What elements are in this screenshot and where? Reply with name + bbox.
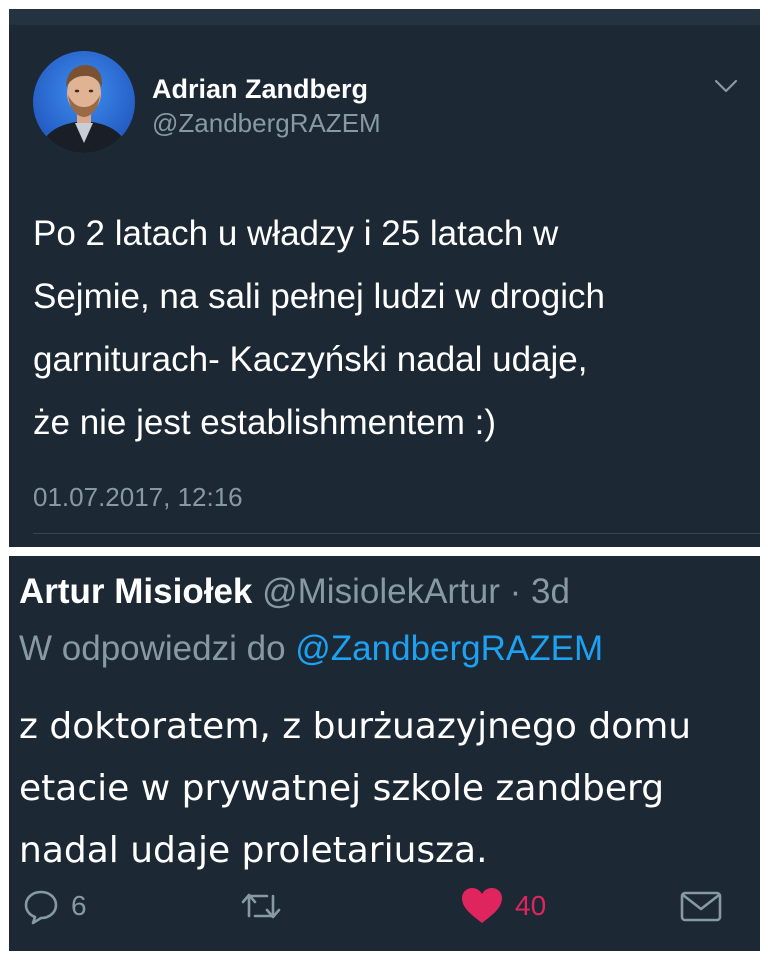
like-button[interactable]: 40 [459, 884, 546, 928]
reply-text-line: nadal udaje proletariusza. [19, 830, 488, 871]
like-count: 40 [515, 890, 547, 921]
avatar-image [33, 51, 135, 153]
mail-icon [680, 891, 722, 922]
in-reply-to-prefix: W odpowiedzi do [19, 629, 296, 668]
reply-text-line: etacie w prywatnej szkole zandberg [19, 768, 665, 809]
reply-author-handle[interactable]: @MisiolekArtur [262, 572, 500, 611]
reply-text: z doktoratem, z burżuazyjnego domu etaci… [19, 696, 760, 882]
tweet-text-line: Po 2 latach u władzy i 25 latach w [33, 214, 559, 253]
reply-author-name[interactable]: Artur Misiołek [19, 572, 252, 611]
tweet-text-line: że nie jest establishmentem :) [33, 403, 496, 442]
tweet-text-line: Sejmie, na sali pełnej ludzi w drogich [33, 277, 605, 316]
in-reply-to: W odpowiedzi do @ZandbergRAZEM [19, 629, 603, 669]
in-reply-to-mention[interactable]: @ZandbergRAZEM [295, 629, 603, 668]
reply-icon [24, 890, 58, 925]
author-handle[interactable]: @ZandbergRAZEM [152, 108, 381, 139]
reply-card: Artur Misiołek @MisiolekArtur · 3d W odp… [9, 556, 760, 951]
reply-button[interactable]: 6 [21, 884, 87, 928]
heart-icon [462, 888, 502, 923]
avatar[interactable] [33, 51, 135, 153]
chevron-down-icon[interactable] [713, 77, 739, 95]
reply-count: 6 [71, 890, 87, 921]
top-bar [9, 9, 760, 25]
tweet-text-line: garniturach- Kaczyński nadal udaje, [33, 340, 588, 379]
tweet-text: Po 2 latach u władzy i 25 latach w Sejmi… [33, 202, 738, 454]
author-name[interactable]: Adrian Zandberg [152, 74, 368, 105]
retweet-icon [241, 893, 281, 919]
reply-header: Artur Misiołek @MisiolekArtur · 3d [19, 572, 570, 612]
dm-button[interactable] [679, 884, 723, 928]
tweet-card: Adrian Zandberg @ZandbergRAZEM Po 2 lata… [9, 9, 760, 547]
divider [33, 533, 760, 534]
retweet-button[interactable] [237, 884, 295, 928]
reply-age: · 3d [499, 572, 570, 611]
tweet-timestamp[interactable]: 01.07.2017, 12:16 [33, 482, 243, 513]
reply-text-line: z doktoratem, z burżuazyjnego domu [19, 706, 692, 747]
